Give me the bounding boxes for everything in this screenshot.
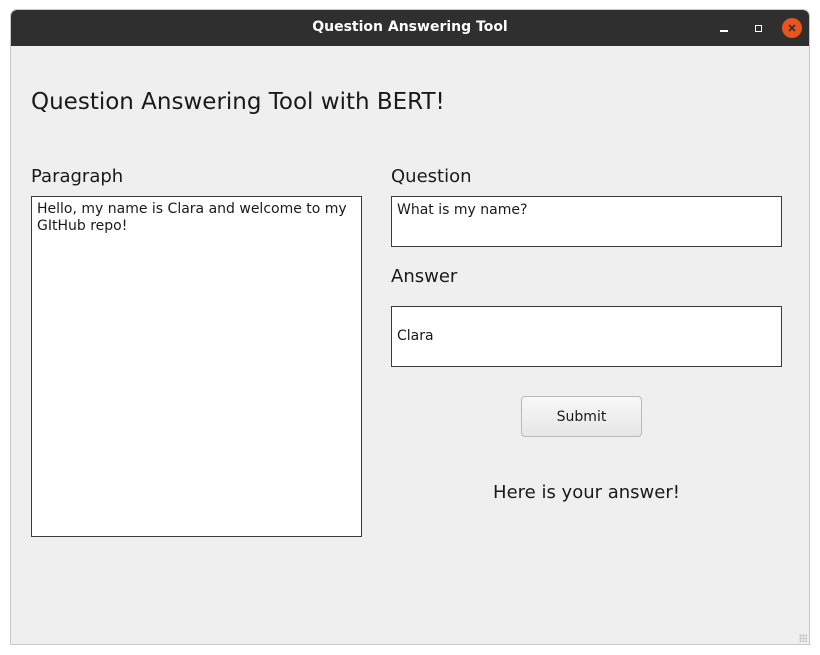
answer-field[interactable]: Clara xyxy=(391,306,782,367)
resize-grip[interactable] xyxy=(799,634,807,642)
answer-text: Clara xyxy=(397,328,434,344)
title-bar[interactable]: Question Answering Tool xyxy=(11,10,809,46)
close-button[interactable] xyxy=(782,18,802,38)
question-label: Question xyxy=(391,166,472,187)
minimize-button[interactable] xyxy=(714,18,734,38)
page-title: Question Answering Tool with BERT! xyxy=(31,89,445,115)
main-content: Question Answering Tool with BERT! Parag… xyxy=(11,46,809,644)
status-message: Here is your answer! xyxy=(493,482,680,503)
window-title: Question Answering Tool xyxy=(312,19,508,35)
answer-label: Answer xyxy=(391,266,458,287)
minimize-icon xyxy=(720,30,728,32)
question-input[interactable]: What is my name? xyxy=(391,196,782,247)
close-icon xyxy=(788,24,796,32)
maximize-button[interactable] xyxy=(748,18,768,38)
app-window: Question Answering Tool Question Answeri… xyxy=(10,9,810,645)
paragraph-textarea[interactable]: Hello, my name is Clara and welcome to m… xyxy=(31,196,362,537)
paragraph-label: Paragraph xyxy=(31,166,124,187)
submit-button[interactable]: Submit xyxy=(521,396,642,437)
maximize-icon xyxy=(754,24,762,32)
